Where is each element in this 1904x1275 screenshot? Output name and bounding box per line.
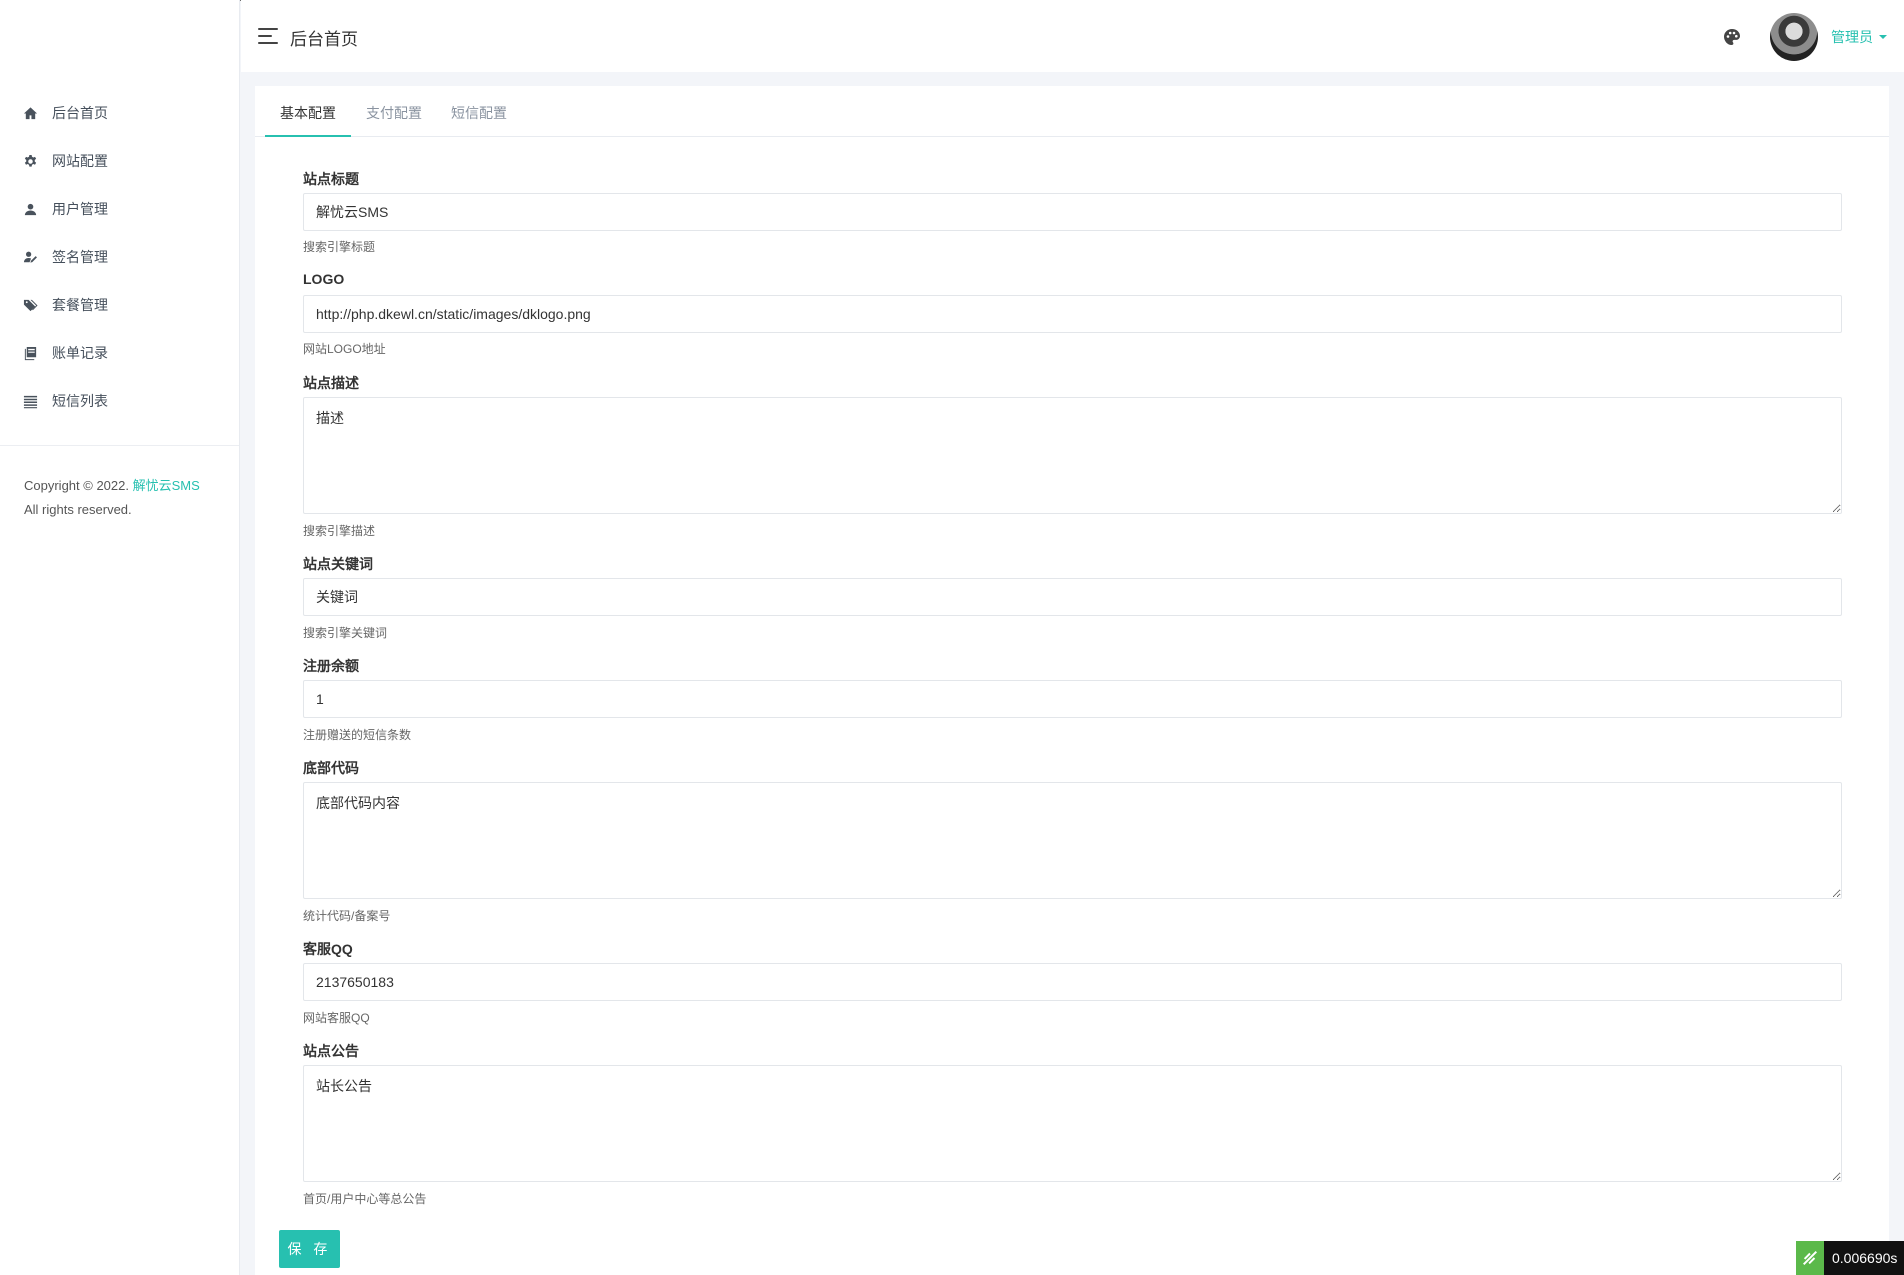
avatar[interactable] <box>1770 13 1818 61</box>
service-qq-label: 客服QQ <box>303 941 353 957</box>
debug-time-value: 0.006690s <box>1832 1250 1898 1266</box>
sidebar-item-label: 套餐管理 <box>52 297 108 313</box>
footer-code-label: 底部代码 <box>303 760 359 776</box>
user-icon <box>22 201 38 217</box>
tab-bar: 基本配置 支付配置 短信配置 <box>255 86 1889 137</box>
logo-label: LOGO <box>303 271 345 287</box>
user-name: 管理员 <box>1831 29 1873 45</box>
description-label: 站点描述 <box>303 375 359 391</box>
notice-textarea[interactable]: 站长公告 <box>303 1065 1842 1182</box>
sidebar-item-sms-list[interactable]: 短信列表 <box>0 377 239 425</box>
description-help: 搜索引擎描述 <box>303 524 376 538</box>
tags-icon <box>22 297 38 313</box>
register-balance-input[interactable] <box>303 680 1842 718</box>
palette-icon[interactable] <box>1723 28 1741 46</box>
service-qq-input[interactable] <box>303 963 1842 1001</box>
sidebar-item-packages[interactable]: 套餐管理 <box>0 281 239 329</box>
sidebar-item-signatures[interactable]: 签名管理 <box>0 233 239 281</box>
sidebar-item-bills[interactable]: 账单记录 <box>0 329 239 377</box>
settings-card: 基本配置 支付配置 短信配置 站点标题 搜索引擎标题 LOGO 网站LOGO地址… <box>255 86 1889 1275</box>
register-balance-help: 注册赠送的短信条数 <box>303 728 412 742</box>
sidebar-item-label: 短信列表 <box>52 393 108 409</box>
page-title: 后台首页 <box>290 30 358 49</box>
copyright-text: Copyright © 2022. <box>24 478 129 493</box>
sidebar-item-label: 网站配置 <box>52 153 108 169</box>
book-icon <box>22 345 38 361</box>
menu-toggle-icon[interactable] <box>258 28 278 45</box>
description-textarea[interactable]: 描述 <box>303 397 1842 514</box>
logo-help: 网站LOGO地址 <box>303 342 386 356</box>
site-title-help: 搜索引擎标题 <box>303 240 376 254</box>
copyright-link[interactable]: 解忧云SMS <box>133 478 200 493</box>
sidebar-divider <box>0 445 239 446</box>
debug-timer[interactable]: 0.006690s <box>1796 1241 1904 1275</box>
home-icon <box>22 105 38 121</box>
sidebar: 后台首页 网站配置 用户管理 签名管理 套餐管理 账单记录 短信列表 Copyr… <box>0 0 240 1275</box>
signature-icon <box>22 249 38 265</box>
sidebar-item-home[interactable]: 后台首页 <box>0 89 239 137</box>
user-menu[interactable]: 管理员 <box>1831 27 1887 47</box>
save-button[interactable]: 保 存 <box>279 1230 340 1268</box>
keywords-label: 站点关键词 <box>303 556 373 572</box>
brand-area <box>0 0 239 76</box>
keywords-input[interactable] <box>303 578 1842 616</box>
notice-label: 站点公告 <box>303 1043 359 1059</box>
sidebar-item-site-config[interactable]: 网站配置 <box>0 137 239 185</box>
sidebar-item-users[interactable]: 用户管理 <box>0 185 239 233</box>
gear-icon <box>22 153 38 169</box>
notice-help: 首页/用户中心等总公告 <box>303 1192 427 1206</box>
tab-basic-config[interactable]: 基本配置 <box>280 103 336 123</box>
sidebar-item-label: 用户管理 <box>52 201 108 217</box>
rights-reserved-text: All rights reserved. <box>24 502 132 517</box>
sidebar-item-label: 签名管理 <box>52 249 108 265</box>
keywords-help: 搜索引擎关键词 <box>303 626 388 640</box>
list-icon <box>22 393 38 409</box>
active-tab-indicator <box>265 135 351 137</box>
tab-sms-config[interactable]: 短信配置 <box>451 103 507 123</box>
register-balance-label: 注册余额 <box>303 658 359 674</box>
site-title-label: 站点标题 <box>303 171 359 187</box>
footer-code-help: 统计代码/备案号 <box>303 909 391 923</box>
site-title-input[interactable] <box>303 193 1842 231</box>
copyright: Copyright © 2022. 解忧云SMS All rights rese… <box>24 474 200 522</box>
tab-payment-config[interactable]: 支付配置 <box>366 103 422 123</box>
footer-code-textarea[interactable]: 底部代码内容 <box>303 782 1842 899</box>
chevron-down-icon <box>1879 35 1887 39</box>
sidebar-nav: 后台首页 网站配置 用户管理 签名管理 套餐管理 账单记录 短信列表 <box>0 76 239 425</box>
top-header: 后台首页 管理员 <box>241 0 1904 72</box>
service-qq-help: 网站客服QQ <box>303 1011 370 1025</box>
logo-input[interactable] <box>303 295 1842 333</box>
leaf-icon <box>1796 1241 1824 1275</box>
sidebar-item-label: 账单记录 <box>52 345 108 361</box>
sidebar-item-label: 后台首页 <box>52 105 108 121</box>
